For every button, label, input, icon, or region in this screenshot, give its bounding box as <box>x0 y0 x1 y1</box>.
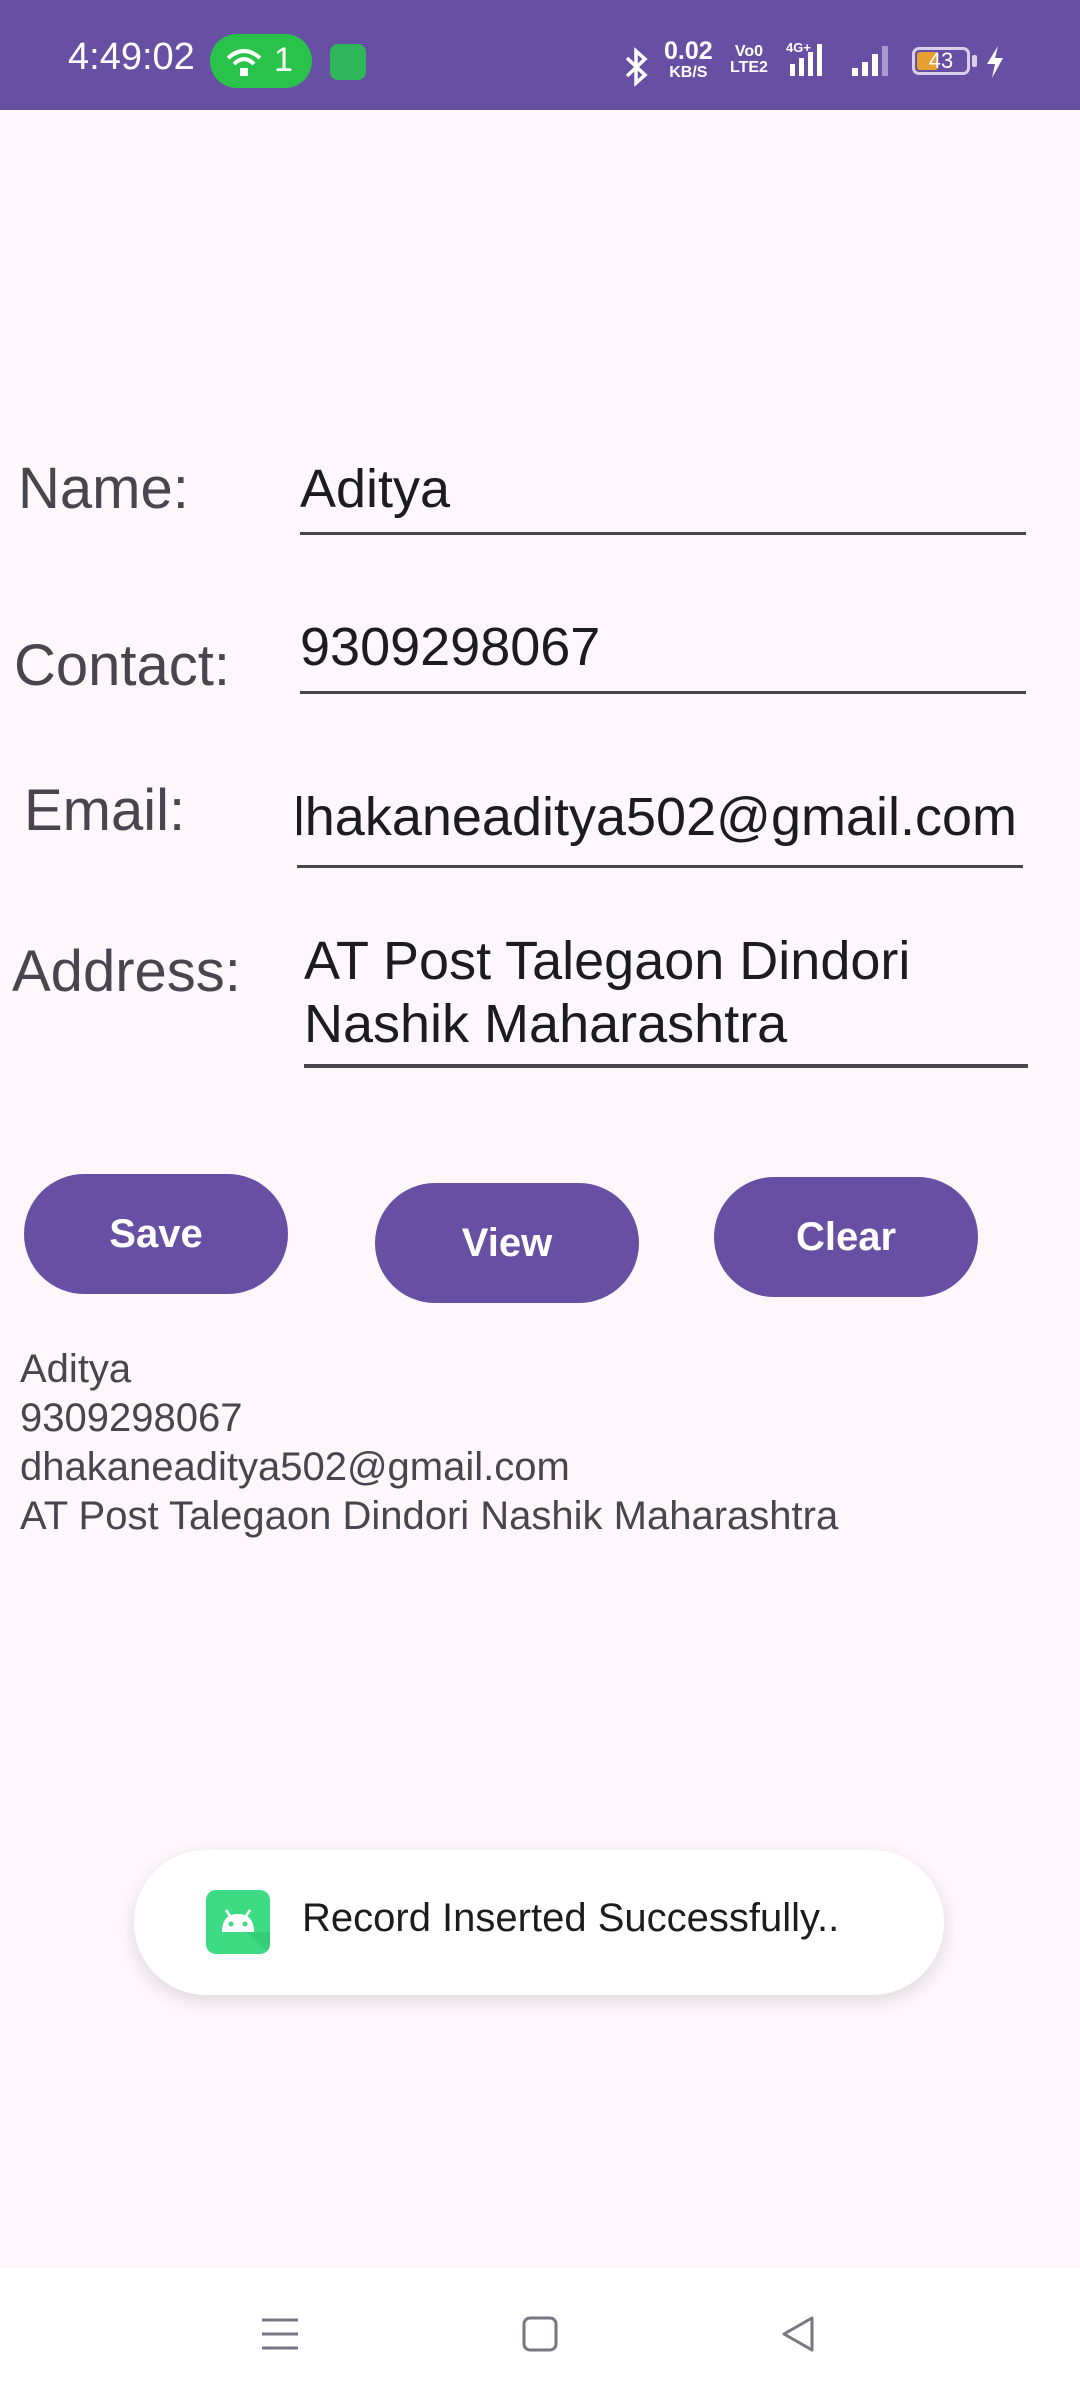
charging-icon <box>987 46 1003 78</box>
name-input-underline <box>300 532 1026 535</box>
signal-4g-icon: 4G+ <box>786 40 822 76</box>
clear-button[interactable]: Clear <box>714 1177 978 1297</box>
back-icon[interactable] <box>776 2312 820 2356</box>
address-label: Address: <box>12 939 241 1004</box>
address-input-underline <box>304 1064 1028 1068</box>
network-speed: 0.02 KB/S <box>664 37 713 84</box>
app-notification-icon <box>330 44 366 80</box>
result-text: Aditya 9309298067 dhakaneaditya502@gmail… <box>20 1345 838 1541</box>
volte-indicator: Vo0 LTE2 <box>730 44 768 76</box>
volte-line1: Vo0 <box>734 43 764 60</box>
email-input[interactable]: dhakaneaditya502@gmail.com <box>297 780 1021 862</box>
signal-icon <box>852 46 888 76</box>
name-label: Name: <box>18 456 189 521</box>
home-icon[interactable] <box>518 2312 562 2356</box>
navigation-bar <box>0 2268 1080 2400</box>
hotspot-pill: 1 <box>210 34 312 88</box>
svg-text:4G+: 4G+ <box>786 40 811 55</box>
status-bar: 4:49:02 1 0.02 KB/S Vo0 LTE2 4G+ 43 <box>0 0 1080 110</box>
toast: Record Inserted Successfully.. <box>134 1850 944 1995</box>
contact-input-underline <box>300 691 1026 694</box>
email-label: Email: <box>24 778 186 843</box>
bluetooth-icon <box>625 47 648 87</box>
android-app-icon <box>206 1890 270 1954</box>
result-address: AT Post Talegaon Dindori Nashik Maharash… <box>20 1494 839 1538</box>
result-contact: 9309298067 <box>20 1396 243 1440</box>
hotspot-count: 1 <box>274 41 293 79</box>
status-time: 4:49:02 <box>68 36 195 78</box>
email-input-underline <box>297 865 1023 868</box>
name-input[interactable]: Aditya <box>300 458 450 520</box>
volte-line2: LTE2 <box>730 59 768 76</box>
email-input-text: dhakaneaditya502@gmail.com <box>297 787 1017 847</box>
result-email: dhakaneaditya502@gmail.com <box>20 1445 570 1489</box>
battery-tip <box>972 55 977 67</box>
view-button[interactable]: View <box>375 1183 639 1303</box>
toast-message: Record Inserted Successfully.. <box>302 1896 840 1940</box>
network-speed-unit: KB/S <box>669 64 708 81</box>
battery-level: 43 <box>928 48 954 73</box>
save-button[interactable]: Save <box>24 1174 288 1294</box>
address-input[interactable]: AT Post Talegaon Dindori Nashik Maharash… <box>304 930 1044 1056</box>
contact-label: Contact: <box>14 633 230 698</box>
contact-input[interactable]: 9309298067 <box>300 616 600 678</box>
network-speed-value: 0.02 <box>664 37 713 65</box>
menu-icon[interactable] <box>258 2312 302 2356</box>
hotspot-icon <box>226 49 262 76</box>
result-name: Aditya <box>20 1347 132 1391</box>
